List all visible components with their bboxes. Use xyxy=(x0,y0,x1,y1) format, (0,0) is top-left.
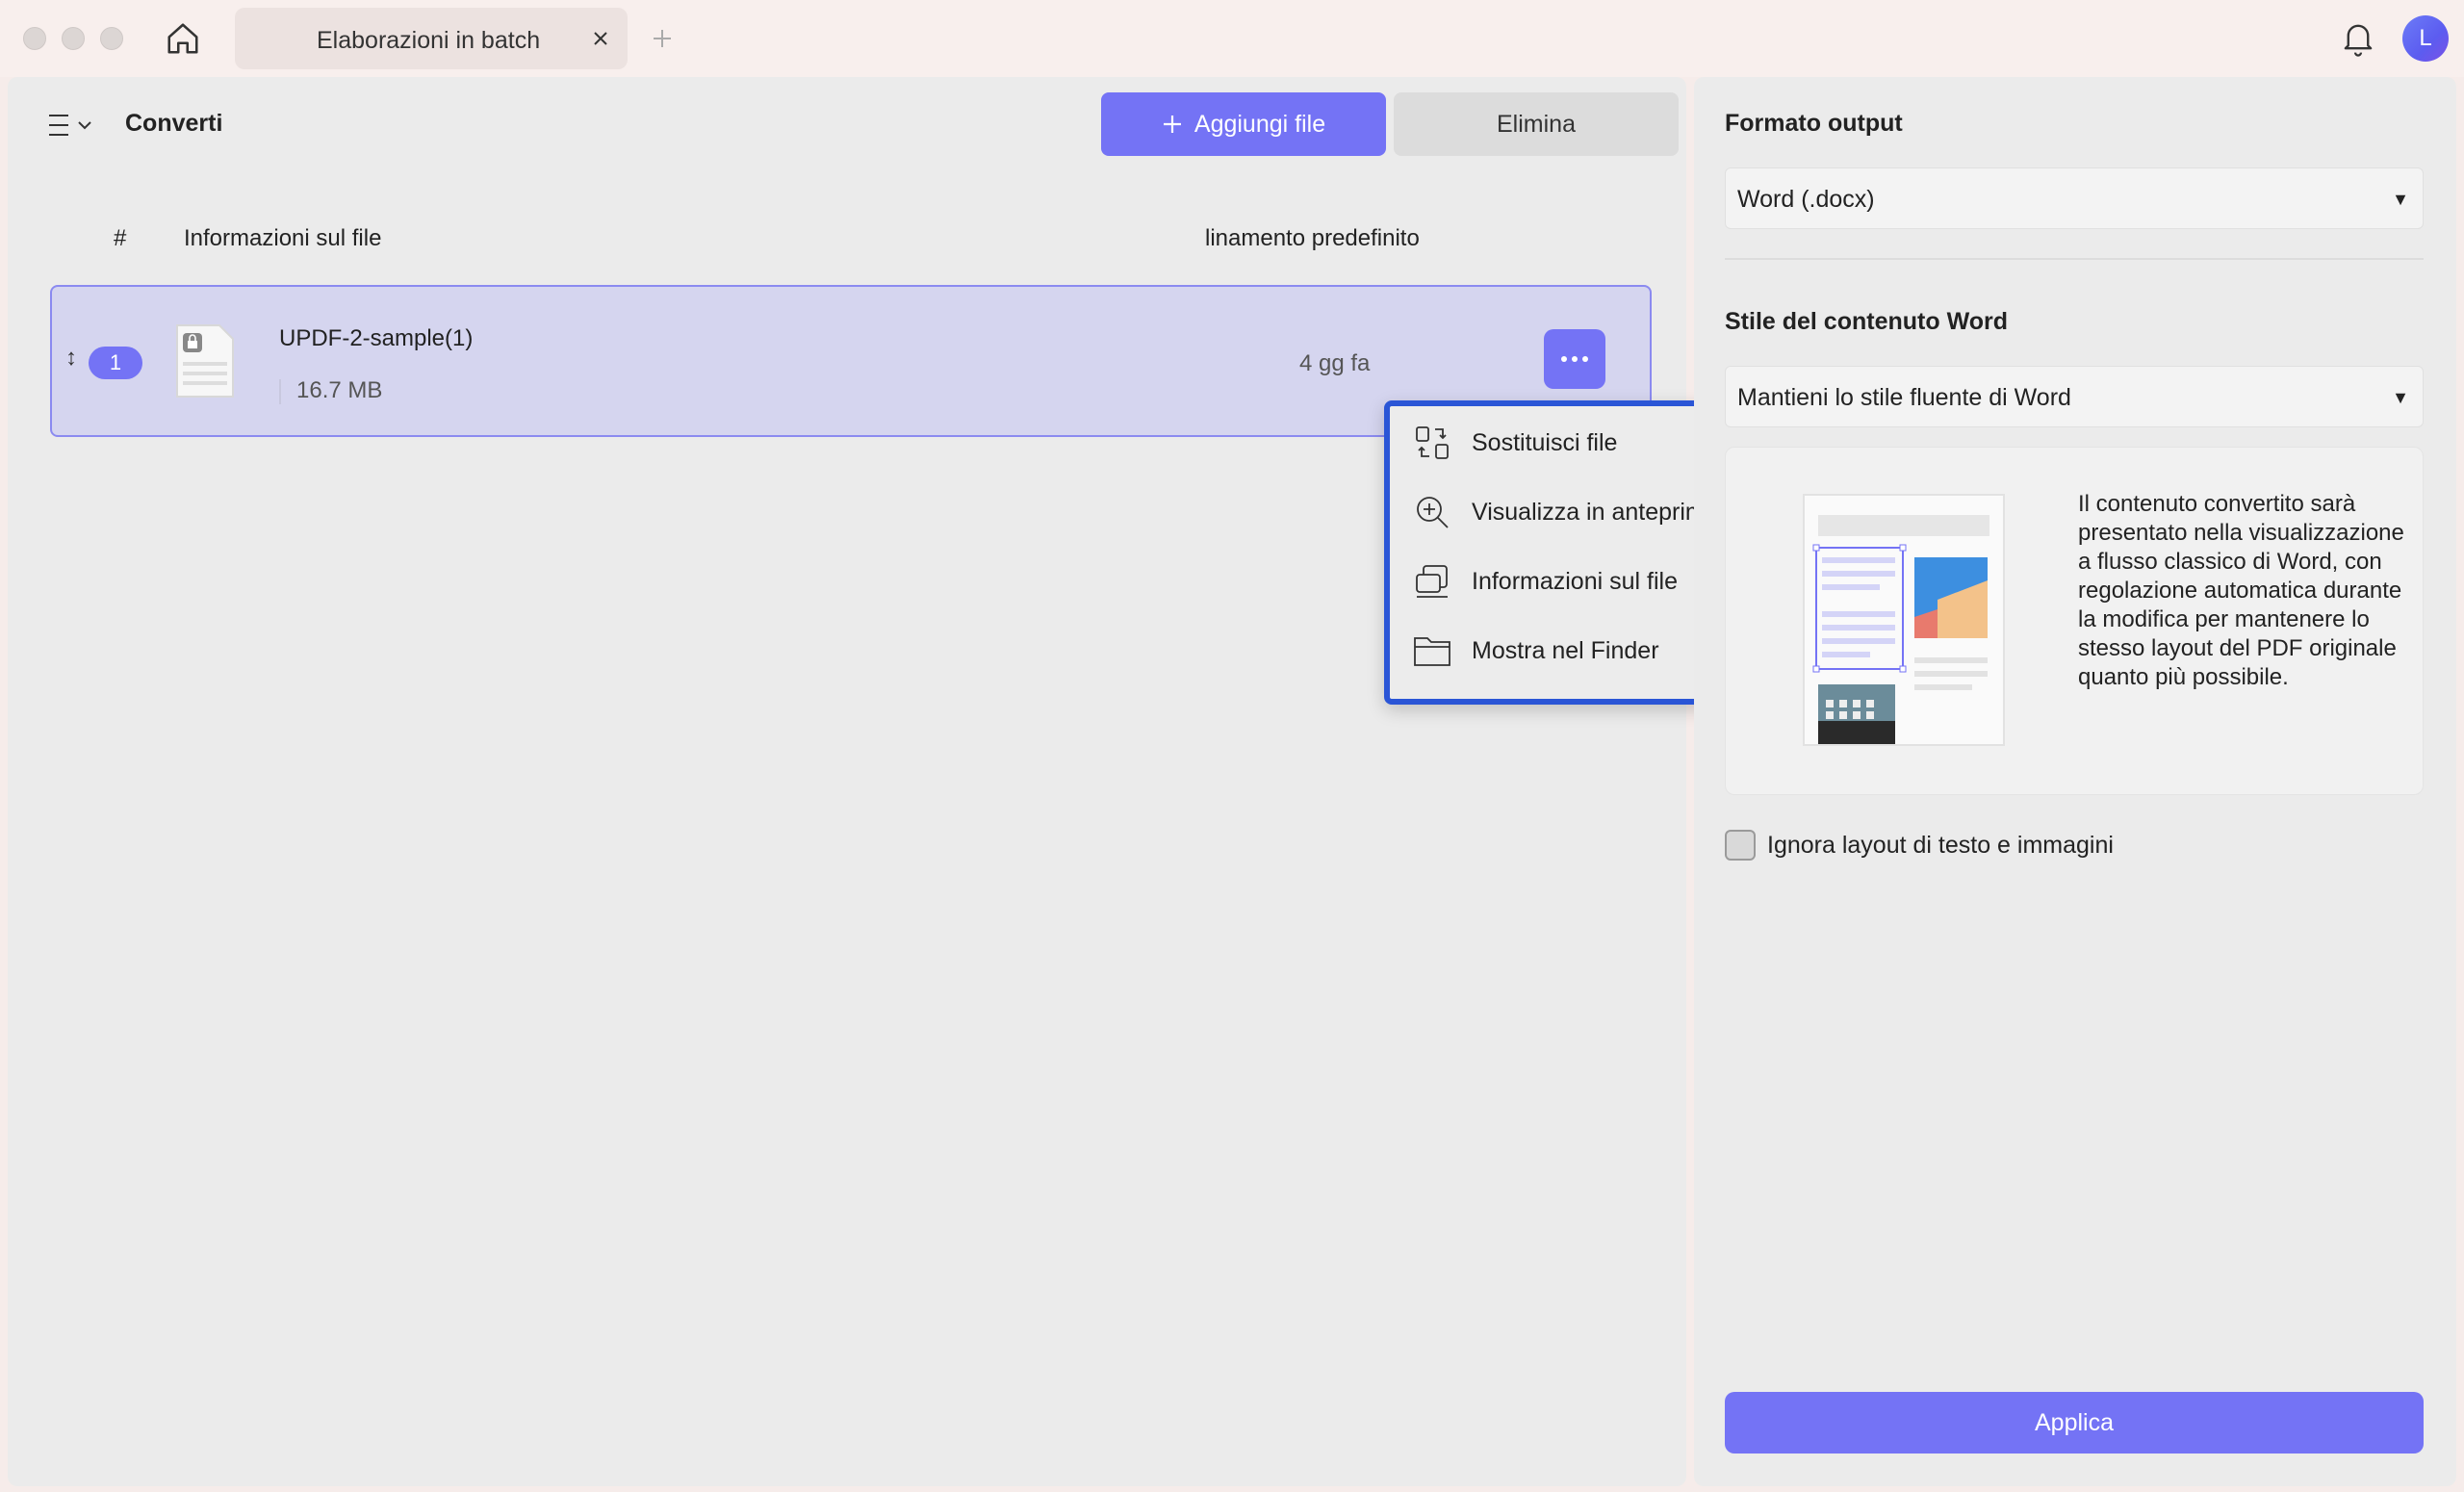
column-header-date[interactable]: linamento predefinito xyxy=(1205,225,1436,252)
output-format-value: Word (.docx) xyxy=(1737,186,1875,213)
zoom-in-icon xyxy=(1413,493,1451,531)
ignore-layout-checkbox[interactable] xyxy=(1725,830,1756,861)
menu-item-show-in-finder[interactable]: Mostra nel Finder xyxy=(1390,622,1738,680)
ignore-layout-label[interactable]: Ignora layout di testo e immagini xyxy=(1767,832,2114,860)
word-style-value: Mantieni lo stile fluente di Word xyxy=(1737,384,2071,411)
bell-icon xyxy=(2344,24,2373,57)
tab-close-button[interactable] xyxy=(587,25,614,52)
column-header-index: # xyxy=(114,225,127,251)
close-icon xyxy=(594,32,607,45)
column-header-info[interactable]: Informazioni sul file xyxy=(184,225,381,252)
style-preview-card: Il contenuto convertito sarà presentato … xyxy=(1725,447,2424,795)
add-file-button[interactable]: Aggiungi file xyxy=(1101,92,1386,156)
file-info-icon xyxy=(1413,562,1451,601)
title-bar: Elaborazioni in batch L xyxy=(0,0,2464,77)
divider xyxy=(279,379,281,404)
ellipsis-icon xyxy=(1561,356,1567,362)
add-file-label: Aggiungi file xyxy=(1194,110,1326,138)
settings-panel: Formato output Word (.docx) ▼ Stile del … xyxy=(1694,77,2456,1486)
file-date: 4 gg fa xyxy=(1299,350,1371,376)
menu-item-label: Visualizza in anteprima xyxy=(1472,498,1719,526)
chevron-down-icon xyxy=(78,121,91,130)
caret-down-icon: ▼ xyxy=(2392,190,2409,209)
file-context-menu: Sostituisci file Visualizza in anteprima… xyxy=(1384,400,1744,705)
output-format-title: Formato output xyxy=(1725,110,1903,137)
file-list-panel: Converti Aggiungi file Elimina # Informa… xyxy=(8,77,1686,1486)
home-button[interactable] xyxy=(162,17,204,60)
home-icon xyxy=(167,23,198,54)
delete-label: Elimina xyxy=(1497,110,1576,138)
new-tab-button[interactable] xyxy=(647,23,678,54)
menu-item-file-info[interactable]: Informazioni sul file xyxy=(1390,553,1738,610)
notifications-button[interactable] xyxy=(2337,17,2379,60)
window-close-button[interactable] xyxy=(23,27,46,50)
caret-down-icon: ▼ xyxy=(2392,388,2409,407)
apply-label: Applica xyxy=(2035,1408,2114,1436)
tab-label: Elaborazioni in batch xyxy=(317,27,541,54)
row-index-badge: 1 xyxy=(89,347,142,379)
panel-menu-button[interactable] xyxy=(46,106,114,144)
word-style-title: Stile del contenuto Word xyxy=(1725,308,2008,335)
output-format-select[interactable]: Word (.docx) ▼ xyxy=(1725,167,2424,229)
menu-item-label: Sostituisci file xyxy=(1472,428,1618,456)
folder-icon xyxy=(1413,631,1451,670)
swap-icon xyxy=(1413,424,1451,462)
document-preview-illustration xyxy=(1803,494,2005,746)
style-description: Il contenuto convertito sarà presentato … xyxy=(2078,491,2404,690)
column-header-date-label: linamento predefinito xyxy=(1205,225,1420,251)
apply-button[interactable]: Applica xyxy=(1725,1392,2424,1453)
plus-icon xyxy=(654,30,671,47)
file-size: 16.7 MB xyxy=(296,377,383,403)
menu-item-replace-file[interactable]: Sostituisci file xyxy=(1390,414,1738,472)
file-name: UPDF-2-sample(1) xyxy=(279,325,474,351)
plus-icon xyxy=(1163,116,1181,133)
word-style-select[interactable]: Mantieni lo stile fluente di Word ▼ xyxy=(1725,366,2424,427)
more-options-button[interactable] xyxy=(1544,329,1605,389)
tab-batch[interactable]: Elaborazioni in batch xyxy=(235,8,628,69)
panel-title: Converti xyxy=(125,110,223,137)
window-minimize-button[interactable] xyxy=(62,27,85,50)
avatar[interactable]: L xyxy=(2402,15,2449,62)
list-menu-icon xyxy=(49,115,68,136)
drag-handle[interactable]: ↕ xyxy=(65,345,77,372)
menu-item-label: Mostra nel Finder xyxy=(1472,636,1659,664)
locked-file-icon xyxy=(176,324,234,398)
delete-button[interactable]: Elimina xyxy=(1394,92,1679,156)
menu-item-label: Informazioni sul file xyxy=(1472,567,1678,595)
window-zoom-button[interactable] xyxy=(100,27,123,50)
divider xyxy=(1725,258,2424,260)
menu-item-preview[interactable]: Visualizza in anteprima xyxy=(1390,483,1738,541)
